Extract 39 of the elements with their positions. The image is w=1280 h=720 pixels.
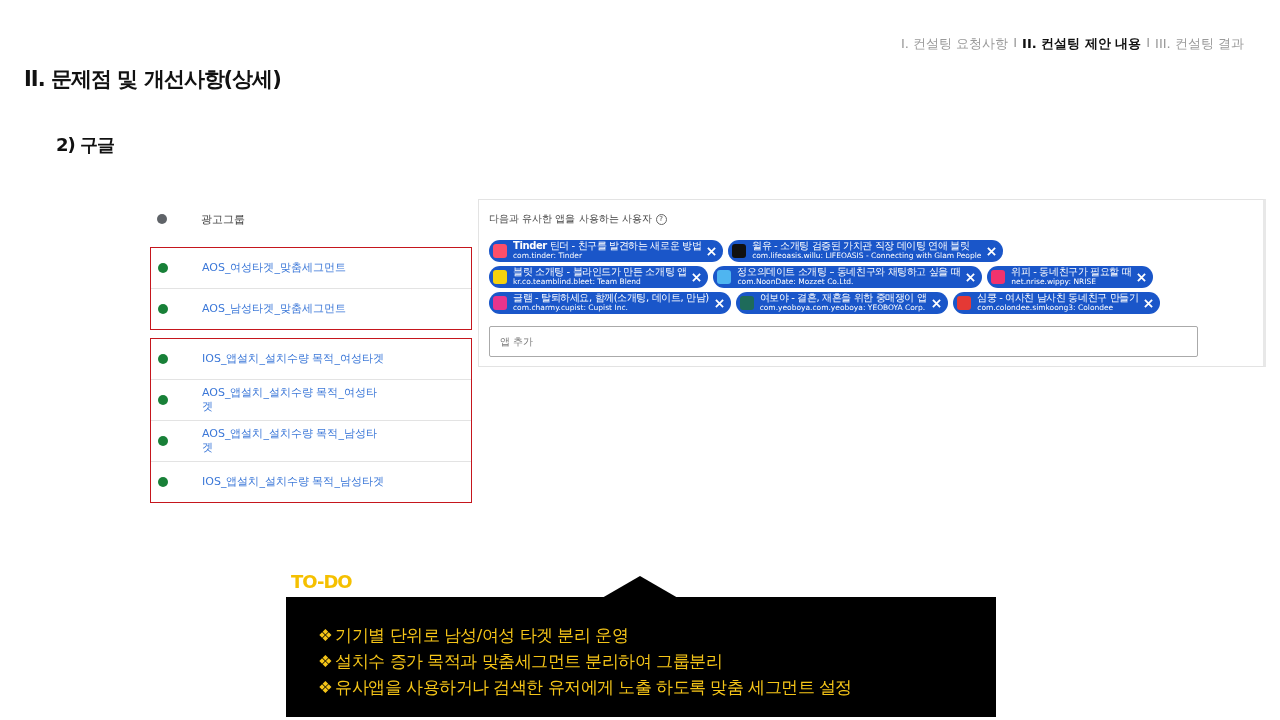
- todo-item: 유사앱을 사용하거나 검색한 유저에게 노출 하도록 맞춤 세그먼트 설정: [335, 677, 852, 699]
- app-title: 여보야 - 결혼, 재혼을 위한 중매쟁이 앱: [759, 293, 927, 303]
- app-title: Tinder 틴더 - 친구를 발견하는 새로운 방법: [513, 241, 702, 251]
- app-title: 블릿 소개팅 - 블라인드가 만든 소개팅 앱: [513, 267, 687, 277]
- breadcrumb-separator: I: [1146, 35, 1151, 52]
- app-title: 심쿵 - 여사친 남사친 동네친구 만들기: [977, 293, 1139, 303]
- close-icon[interactable]: [966, 272, 976, 282]
- close-icon[interactable]: [1144, 298, 1154, 308]
- todo-heading: TO-DO: [291, 571, 352, 592]
- slide-title: II. 문제점 및 개선사항(상세): [24, 66, 282, 93]
- ad-group-link[interactable]: IOS_앱설치_설치수량 목적_남성타겟: [202, 472, 387, 492]
- ad-group-link[interactable]: AOS_남성타겟_맞춤세그먼트: [202, 299, 387, 319]
- app-title: 윌유 - 소개팅 검증된 가치관 직장 데이팅 연애 블릿: [752, 241, 971, 251]
- close-icon[interactable]: [987, 246, 997, 256]
- todo-item: 기기별 단위로 남성/여성 타겟 분리 운영: [335, 625, 629, 647]
- ad-group-link[interactable]: IOS_앱설치_설치수량 목적_여성타겟: [202, 349, 387, 369]
- bullet-icon: ❖: [318, 649, 333, 675]
- section-subtitle: 2) 구글: [56, 133, 116, 157]
- breadcrumb-item: II. 컨설팅 제안 내용: [1022, 35, 1142, 53]
- ad-group-link[interactable]: AOS_앱설치_설치수량 목적_남성타겟: [202, 424, 387, 458]
- breadcrumb-item: III. 컨설팅 결과: [1155, 35, 1244, 53]
- bullet-icon: ❖: [318, 623, 333, 649]
- ad-group-link[interactable]: AOS_앱설치_설치수량 목적_여성타겟: [202, 383, 387, 417]
- breadcrumb-separator: I: [1013, 35, 1018, 52]
- app-title: 정오의데이트 소개팅 – 동네친구와 채팅하고 싶을 때: [737, 267, 961, 277]
- panel-label: 다음과 유사한 앱을 사용하는 사용자: [489, 212, 652, 226]
- close-icon[interactable]: [1137, 272, 1147, 282]
- close-icon[interactable]: [692, 272, 702, 282]
- input-field[interactable]: 앱 추가: [489, 326, 1198, 357]
- close-icon[interactable]: [932, 298, 942, 308]
- bullet-icon: ❖: [318, 675, 333, 701]
- app-title: 위피 - 동네친구가 필요할 때: [1011, 267, 1132, 277]
- ad-group-link[interactable]: AOS_여성타겟_맞춤세그먼트: [202, 258, 387, 278]
- breadcrumb-item: I. 컨설팅 요청사항: [900, 35, 1009, 53]
- close-icon[interactable]: [707, 246, 717, 256]
- close-icon[interactable]: [714, 298, 724, 308]
- todo-item: 설치수 증가 목적과 맞춤세그먼트 분리하여 그룹분리: [335, 651, 723, 673]
- app-title: 글램 - 탈퇴하세요, 함께(소개팅, 데이트, 만남): [513, 293, 709, 303]
- column-header: 광고그룹: [201, 211, 245, 227]
